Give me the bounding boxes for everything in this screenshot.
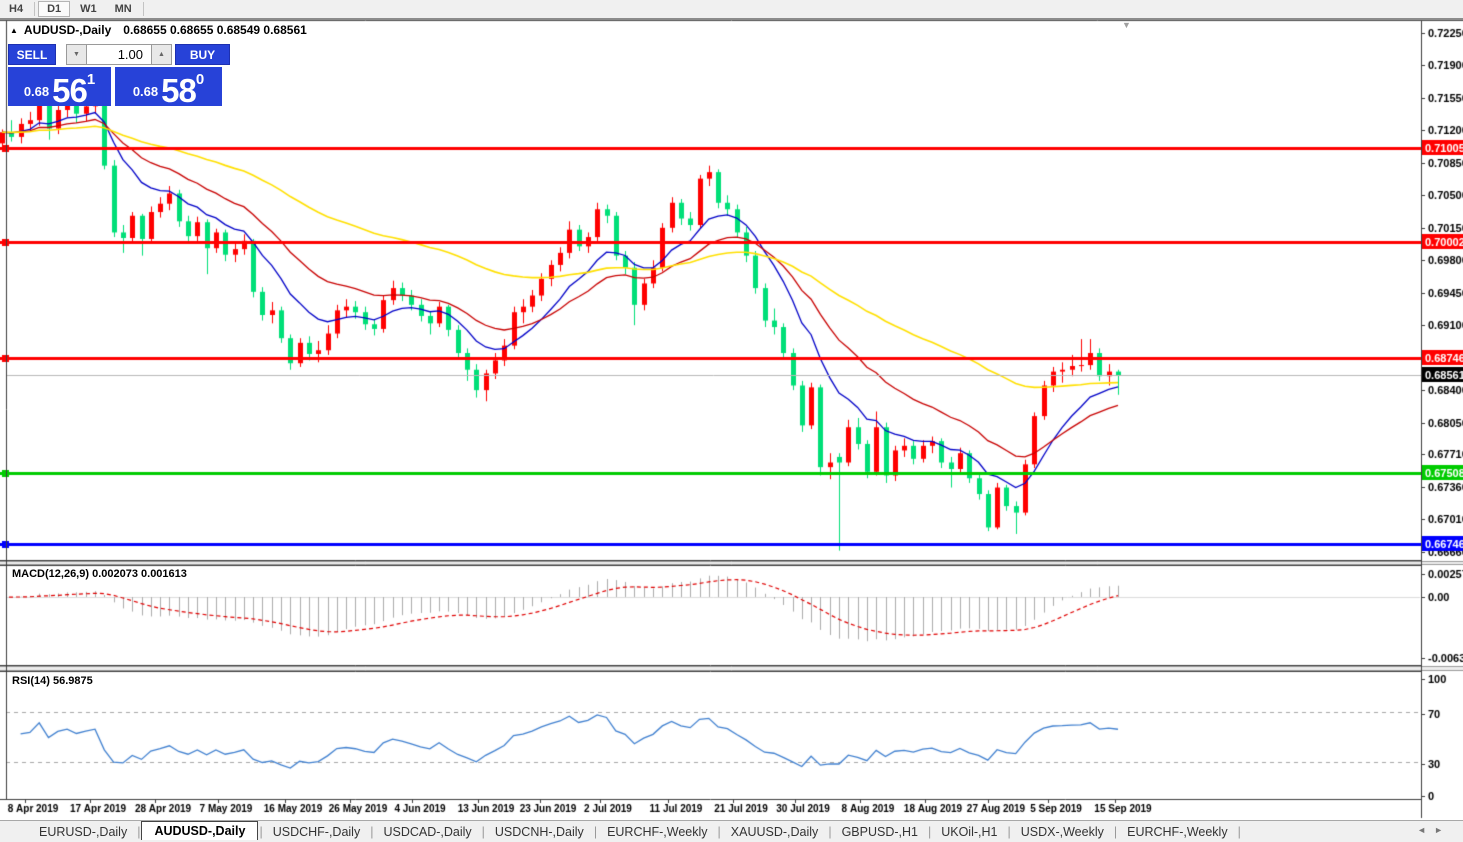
tab-scroll-arrows[interactable]: ◄► — [1417, 825, 1451, 835]
tab-usdx-weekly[interactable]: USDX-,Weekly — [1012, 823, 1113, 841]
volume-decrease-button[interactable]: ▼ — [66, 44, 87, 65]
tab-separator: | — [1113, 824, 1118, 839]
timeframe-toolbar: H4 D1 W1 MN — [0, 0, 1463, 20]
buy-price-big: 58 — [161, 71, 197, 109]
rsi-indicator-label: RSI(14) 56.9875 — [12, 675, 93, 687]
price-chart-canvas[interactable] — [0, 0, 1463, 842]
tab-separator: | — [370, 824, 374, 839]
arrow-left-icon[interactable]: ◄ — [1417, 825, 1434, 835]
tab-eurusd-daily[interactable]: EURUSD-,Daily — [30, 823, 136, 841]
tab-xauusd-daily[interactable]: XAUUSD-,Daily — [722, 823, 828, 841]
tab-usdcad-daily[interactable]: USDCAD-,Daily — [374, 823, 480, 841]
chart-symbol-label: AUDUSD-,Daily — [23, 23, 112, 37]
tab-separator: | — [1237, 824, 1241, 839]
tab-eurchf-weekly[interactable]: EURCHF-,Weekly — [598, 823, 716, 841]
sell-price-big: 56 — [52, 71, 88, 109]
sell-price-display[interactable]: 0.68 56 1 — [8, 67, 111, 109]
tab-eurchf-weekly-2[interactable]: EURCHF-,Weekly — [1118, 823, 1236, 841]
tab-gbpusd-h1[interactable]: GBPUSD-,H1 — [833, 823, 927, 841]
one-click-trading-panel: SELL ▼ ▲ BUY 0.68 56 1 0.68 58 0 — [8, 44, 232, 109]
timeframe-d1-button[interactable]: D1 — [38, 1, 71, 17]
sell-price-pipette: 1 — [86, 71, 96, 88]
tab-separator: | — [828, 824, 832, 839]
buy-price-pipette: 0 — [195, 71, 205, 88]
symbol-tab-bar: EURUSD-,Daily | AUDUSD-,Daily | USDCHF-,… — [0, 820, 1463, 842]
tab-usdchf-daily[interactable]: USDCHF-,Daily — [264, 823, 370, 841]
arrow-right-icon[interactable]: ► — [1434, 825, 1451, 835]
sell-price-prefix: 0.68 — [23, 84, 50, 99]
buy-price-prefix: 0.68 — [132, 84, 159, 99]
toolbar-separator — [142, 2, 144, 16]
timeframe-h4-button[interactable]: H4 — [1, 2, 31, 16]
tab-separator: | — [1007, 824, 1011, 839]
tab-separator: | — [259, 824, 263, 839]
tab-separator: | — [927, 824, 932, 839]
toolbar-separator — [34, 2, 36, 16]
triangle-up-icon: ▲ — [158, 51, 165, 58]
volume-input[interactable] — [87, 44, 151, 65]
tab-usdcnh-daily[interactable]: USDCNH-,Daily — [486, 823, 593, 841]
buy-price-display[interactable]: 0.68 58 0 — [115, 67, 222, 109]
chart-title: ▲ AUDUSD-,Daily 0.68655 0.68655 0.68549 … — [10, 23, 307, 37]
tab-separator: | — [481, 824, 485, 839]
buy-button[interactable]: BUY — [175, 44, 230, 65]
collapse-arrow-icon[interactable]: ▲ — [10, 26, 18, 35]
timeframe-w1-button[interactable]: W1 — [72, 2, 105, 16]
chart-ohlc-values: 0.68655 0.68655 0.68549 0.68561 — [123, 23, 307, 37]
tab-separator: | — [593, 824, 598, 839]
tab-separator: | — [137, 824, 141, 839]
mt4-window: H4 D1 W1 MN ▲ AUDUSD-,Daily 0.68655 0.68… — [0, 0, 1463, 842]
triangle-down-icon: ▼ — [73, 51, 80, 58]
tab-ukoil-h1[interactable]: UKOil-,H1 — [932, 823, 1006, 841]
chart-shift-marker-icon[interactable]: ▼ — [1122, 20, 1131, 30]
timeframe-mn-button[interactable]: MN — [107, 2, 140, 16]
tab-audusd-daily[interactable]: AUDUSD-,Daily — [141, 821, 259, 840]
volume-increase-button[interactable]: ▲ — [151, 44, 172, 65]
macd-indicator-label: MACD(12,26,9) 0.002073 0.001613 — [12, 568, 187, 580]
tab-separator: | — [717, 824, 721, 839]
sell-button[interactable]: SELL — [8, 44, 56, 65]
